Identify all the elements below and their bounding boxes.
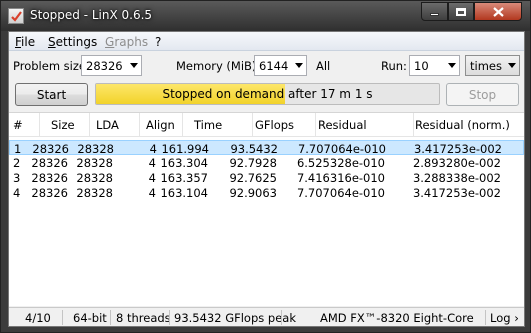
column-header[interactable]: LDA <box>96 118 119 132</box>
close-icon <box>492 6 504 17</box>
column-divider[interactable] <box>315 113 316 137</box>
column-header[interactable]: # <box>13 118 23 132</box>
table-cell: 92.7625 <box>229 171 277 185</box>
status-bar: 4/10 64-bit 8 threads 93.5432 GFlops pea… <box>9 307 524 326</box>
chevron-down-icon <box>508 63 516 68</box>
menu-bar: File Settings Graphs ? <box>9 32 524 51</box>
table-cell: 161.994 <box>161 142 209 156</box>
problem-size-value: 28326 <box>86 59 123 73</box>
table-row[interactable]: 3 28326 28328 4 163.357 92.7625 7.416316e-010 3… <box>9 170 524 185</box>
start-button[interactable]: Start <box>15 83 88 106</box>
table-cell: 4 <box>148 186 156 200</box>
memory-label: Memory (MiB): <box>176 59 261 73</box>
minimize-button[interactable] <box>421 2 448 21</box>
results-table[interactable]: # Size LDA Align Time GFlops Residual Residual … <box>9 112 524 306</box>
log-button[interactable]: Log › <box>490 311 519 325</box>
chevron-down-icon <box>448 63 456 68</box>
status-separator <box>110 310 111 325</box>
column-header[interactable]: Size <box>51 118 75 132</box>
table-cell: 28326 <box>32 142 69 156</box>
table-cell: 163.357 <box>160 171 208 185</box>
status-peak: 93.5432 GFlops peak <box>174 311 296 325</box>
table-cell: 28326 <box>31 156 68 170</box>
table-cell: 7.707064e-010 <box>297 142 386 156</box>
table-cell: 7.707064e-010 <box>296 186 385 200</box>
table-cell: 3.417253e-002 <box>412 186 501 200</box>
column-header[interactable]: Residual <box>318 118 367 132</box>
table-cell: 3.288338e-002 <box>412 171 501 185</box>
close-button[interactable] <box>474 2 522 21</box>
table-row[interactable]: 4 28326 28328 4 163.104 92.9063 7.707064e-010 3… <box>9 185 524 200</box>
table-cell: 93.5432 <box>230 142 278 156</box>
table-cell: 6.525328e-010 <box>296 156 385 170</box>
status-separator <box>62 310 63 325</box>
app-window: Stopped - LinX 0.6.5 File Settings Graph… <box>0 0 531 333</box>
table-cell: 163.304 <box>160 156 208 170</box>
status-cpu: AMD FX™-8320 Eight-Core <box>320 311 474 325</box>
client-area: File Settings Graphs ? Problem size: 283… <box>8 31 525 327</box>
menu-graphs[interactable]: Graphs <box>105 35 148 49</box>
status-progress: 4/10 <box>25 311 51 325</box>
stop-button[interactable]: Stop <box>446 83 519 106</box>
column-divider[interactable] <box>89 113 90 137</box>
table-cell: 28328 <box>76 186 113 200</box>
column-header[interactable]: Align <box>146 118 175 132</box>
column-divider[interactable] <box>139 113 140 137</box>
progress-bar: Stopped on demand after 17 m 1 s <box>95 83 440 105</box>
column-divider[interactable] <box>182 113 183 137</box>
table-header: # Size LDA Align Time GFlops Residual Residual … <box>9 113 524 137</box>
chevron-down-icon <box>130 63 138 68</box>
menu-settings[interactable]: Settings <box>48 35 97 49</box>
table-cell: 28328 <box>76 171 113 185</box>
status-separator <box>281 310 282 325</box>
column-header[interactable]: GFlops <box>255 118 294 132</box>
column-divider[interactable] <box>252 113 253 137</box>
title-bar[interactable]: Stopped - LinX 0.6.5 <box>1 1 530 31</box>
column-divider[interactable] <box>413 113 414 137</box>
window-title: Stopped - LinX 0.6.5 <box>30 8 153 22</box>
table-cell: 2.893280e-002 <box>412 156 501 170</box>
maximize-button[interactable] <box>448 2 474 21</box>
table-row[interactable]: 2 28326 28328 4 163.304 92.7928 6.525328e-010 2… <box>9 155 524 170</box>
column-header[interactable]: Time <box>194 118 222 132</box>
run-unit-value: times <box>470 59 502 73</box>
progress-text: Stopped on demand after 17 m 1 s <box>162 87 373 101</box>
table-cell: 4 <box>149 142 157 156</box>
column-header[interactable]: Residual (norm.) <box>415 118 510 132</box>
table-row[interactable]: 1 28326 28328 4 161.994 93.5432 7.707064e-010 3… <box>9 140 524 156</box>
run-count-value: 10 <box>414 59 429 73</box>
status-separator <box>169 310 170 325</box>
table-cell: 4 <box>148 171 156 185</box>
table-cell: 163.104 <box>160 186 208 200</box>
table-cell: 28328 <box>77 142 114 156</box>
table-cell: 92.7928 <box>229 156 277 170</box>
table-cell: 28326 <box>31 186 68 200</box>
linx-app-icon[interactable] <box>8 8 24 24</box>
table-cell: 4 <box>148 156 156 170</box>
problem-size-label: Problem size: <box>13 59 90 73</box>
table-cell: 28326 <box>31 171 68 185</box>
maximize-icon <box>456 7 466 16</box>
table-cell: 3.417253e-002 <box>413 142 502 156</box>
run-count-combo[interactable]: 10 <box>409 55 460 76</box>
minimize-icon <box>430 13 439 16</box>
status-threads: 8 threads <box>116 311 171 325</box>
memory-combo[interactable]: 6144 <box>254 55 307 76</box>
menu-help[interactable]: ? <box>155 35 161 49</box>
table-cell: 28328 <box>76 156 113 170</box>
memory-all-label: All <box>316 59 331 73</box>
run-unit-combo[interactable]: times <box>465 55 520 76</box>
column-divider[interactable] <box>39 113 40 137</box>
table-cell: 92.9063 <box>229 186 277 200</box>
status-separator <box>485 310 486 325</box>
memory-value: 6144 <box>259 59 289 73</box>
menu-file[interactable]: File <box>15 35 35 49</box>
chevron-down-icon <box>295 63 303 68</box>
status-arch: 64-bit <box>73 311 107 325</box>
table-cell: 7.416316e-010 <box>296 171 385 185</box>
problem-size-combo[interactable]: 28326 <box>81 55 142 76</box>
run-label: Run: <box>381 59 407 73</box>
